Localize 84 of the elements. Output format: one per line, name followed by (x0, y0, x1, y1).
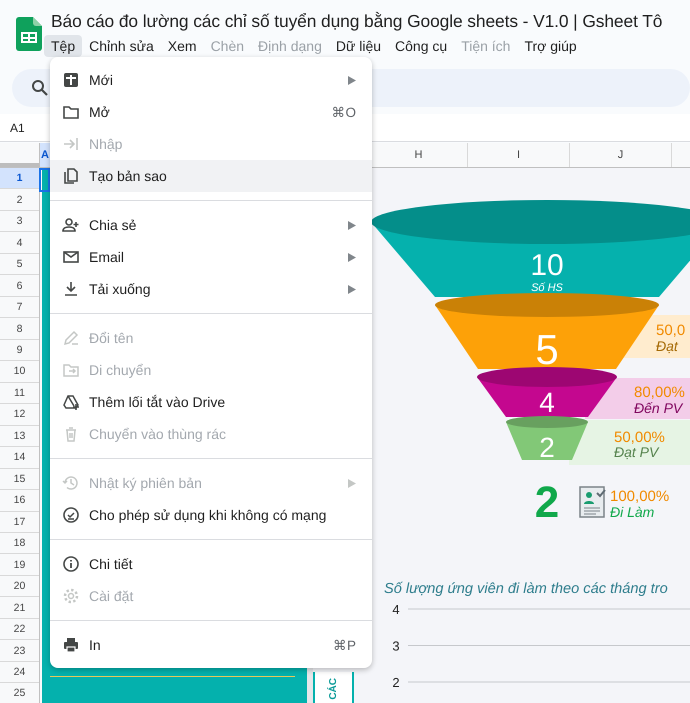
search-icon[interactable] (31, 79, 49, 97)
menu-item[interactable]: Cho phép sử dụng khi không có mạng (50, 499, 372, 531)
row-header[interactable]: 16 (0, 490, 39, 512)
row-header[interactable]: 11 (0, 382, 39, 404)
percent-value: 50,00% (614, 429, 665, 446)
row-header[interactable]: 15 (0, 468, 39, 490)
menu-item[interactable]: In ⌘P (50, 629, 372, 661)
stage-value: 5 (535, 326, 559, 373)
menu-bar-item[interactable]: Chỉnh sửa (82, 35, 161, 57)
row-header[interactable]: 20 (0, 576, 39, 598)
document-title[interactable]: Báo cáo đo lường các chỉ số tuyển dụng bằng Google sheets - V1.0 | Gsheet Tô (51, 10, 662, 32)
row-header[interactable]: 14 (0, 447, 39, 469)
menu-item[interactable]: Email (50, 241, 372, 273)
percent-value: 80,00% (634, 384, 685, 401)
row-header[interactable]: 19 (0, 554, 39, 576)
copy-icon (62, 167, 80, 185)
menu-bar-item[interactable]: Dữ liệu (328, 35, 388, 57)
menu-item[interactable]: Thêm lối tắt vào Drive (50, 386, 372, 418)
percent-value: 100,00% (610, 488, 670, 505)
menu-item[interactable]: Tải xuống (50, 273, 372, 305)
menu-bar-item[interactable]: Trợ giúp (517, 35, 584, 57)
person-add-icon (62, 216, 80, 234)
stage-label: Số HS (531, 282, 563, 294)
result-value: 2 (534, 478, 560, 527)
grid-plus-icon (62, 71, 80, 89)
stage-label: Đến PV (634, 400, 682, 416)
row-header[interactable]: 5 (0, 254, 39, 276)
axis-tick-label: 3 (392, 638, 400, 654)
row-header[interactable]: 7 (0, 296, 39, 318)
download-icon (62, 280, 80, 298)
row-header[interactable]: 10 (0, 361, 39, 383)
info-icon (62, 555, 80, 573)
shortcut-label: ⌘O (331, 104, 356, 120)
printer-icon (62, 636, 80, 654)
settings-icon (62, 587, 80, 605)
name-box[interactable]: A1 (10, 120, 25, 134)
menu-item[interactable]: Tạo bản sao (50, 160, 372, 192)
resume-icon (579, 486, 606, 518)
menu-item[interactable]: Mở ⌘O (50, 96, 372, 128)
menu-item[interactable]: Chia sẻ (50, 209, 372, 241)
row-header[interactable]: 9 (0, 340, 39, 362)
row-header[interactable]: 23 (0, 640, 39, 662)
column-header[interactable]: J (570, 143, 672, 167)
check-circle-icon (62, 506, 80, 524)
stage-value: 2 (539, 432, 555, 463)
menu-bar-item[interactable]: Tệp (44, 35, 82, 57)
stage-label: Đi Làm (610, 504, 654, 520)
percent-value: 50,0 (656, 322, 686, 339)
stage-label: Đạt (656, 338, 678, 354)
row-header[interactable]: 17 (0, 512, 39, 533)
row-header[interactable]: 8 (0, 318, 39, 340)
drive-add-icon (62, 393, 80, 411)
row-header[interactable]: 12 (0, 404, 39, 426)
envelope-icon (62, 248, 80, 266)
column-header[interactable]: I (468, 143, 570, 167)
folder-icon (62, 103, 80, 121)
chart-title: Số lượng ứng viên đi làm theo các tháng tro (384, 581, 668, 597)
menu-item[interactable]: Chi tiết (50, 548, 372, 580)
axis-tick-label: 4 (392, 602, 400, 617)
menu-bar-item[interactable]: Công cụ (388, 35, 454, 57)
menu-item[interactable]: Mới (50, 64, 372, 96)
shortcut-label: ⌘P (332, 637, 356, 653)
row-header[interactable]: 4 (0, 232, 39, 254)
row-header[interactable]: 22 (0, 618, 39, 640)
row-header[interactable]: 3 (0, 210, 39, 232)
row-header[interactable]: 24 (0, 662, 39, 684)
import-arrow-icon (62, 135, 80, 153)
row-header[interactable]: 21 (0, 597, 39, 619)
history-icon (62, 474, 80, 492)
menu-bar-item[interactable]: Xem (160, 35, 204, 57)
stage-value: 10 (530, 249, 564, 282)
row-header[interactable]: 1 (0, 168, 39, 190)
row-header[interactable]: 13 (0, 426, 39, 448)
stage-value: 4 (539, 387, 555, 418)
axis-tick-label: 2 (392, 675, 400, 690)
vertical-heading: CÁC (327, 678, 340, 700)
row-header[interactable]: 6 (0, 275, 39, 297)
select-all-corner[interactable] (0, 143, 40, 167)
row-header[interactable]: 18 (0, 532, 39, 554)
sheets-logo-icon[interactable] (16, 17, 42, 51)
pencil-icon (62, 329, 80, 347)
stage-label: Đạt PV (614, 444, 658, 460)
row-header[interactable]: 2 (0, 189, 39, 211)
row-header[interactable]: 25 (0, 683, 39, 703)
